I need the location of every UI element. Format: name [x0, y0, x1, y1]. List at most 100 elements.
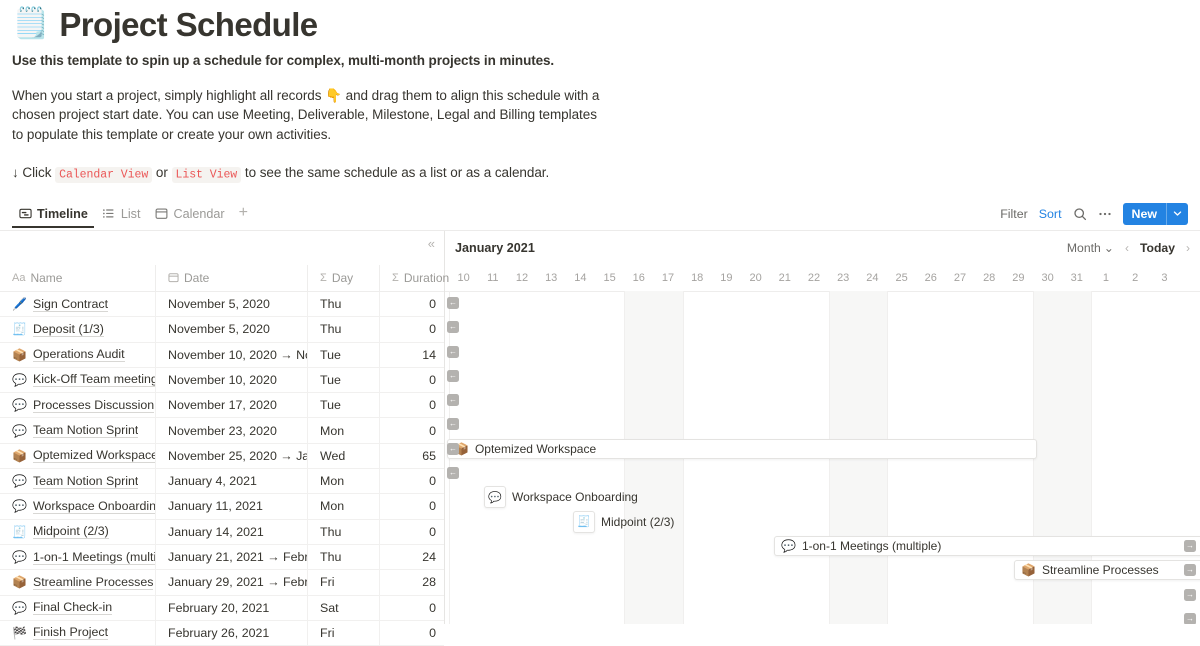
timeline-milestone[interactable]: 💬 Workspace Onboarding — [484, 486, 638, 509]
view-toolbar: Filter Sort New — [1000, 202, 1188, 230]
page-header: 🗒️ Project Schedule Use this template to… — [0, 0, 1200, 185]
cell-date[interactable]: February 26, 2021 — [155, 620, 307, 646]
cell-date[interactable]: November 17, 2020 — [155, 393, 307, 418]
cell-date[interactable]: November 25, 2020 → Janua — [155, 443, 307, 469]
table-row[interactable]: 💬 Workspace Onboarding January 11, 2021 Mon… — [0, 494, 444, 520]
table-row[interactable]: 💬 Team Notion Sprint January 4, 2021 Mon 0 — [0, 469, 444, 495]
table-row[interactable]: 🧾 Midpoint (2/3) January 14, 2021 Thu 0 — [0, 519, 444, 545]
cell-day: Sat — [307, 595, 379, 620]
table-row[interactable]: 💬 Kick-Off Team meeting November 10, 2020 T… — [0, 367, 444, 394]
cell-date[interactable]: November 10, 2020 — [155, 367, 307, 393]
bar-label: Streamline Processes — [1041, 563, 1159, 578]
row-emoji-icon: 📦 — [12, 575, 27, 590]
table-row[interactable]: 💬 Processes Discussion November 17, 2020 Tu… — [0, 393, 444, 419]
table-row[interactable]: 💬 Team Notion Sprint November 23, 2020 Mon 0 — [0, 418, 445, 444]
cell-date[interactable]: November 10, 2020 → Nover — [155, 342, 307, 367]
scroll-to-item-left-icon[interactable]: ← — [447, 467, 459, 480]
table-row[interactable]: 📦 Operations Audit November 10, 2020 → Nov… — [0, 342, 444, 368]
collapse-sidebar-icon[interactable]: « — [428, 237, 435, 250]
cell-name[interactable]: 💬 Team Notion Sprint — [0, 469, 155, 493]
column-header-date[interactable]: Date — [155, 264, 307, 291]
cell-name[interactable]: 💬 Kick-Off Team meeting — [0, 368, 155, 392]
row-emoji-icon: 📦 — [12, 347, 27, 362]
cell-name[interactable]: 💬 Processes Discussion — [0, 393, 155, 417]
tab-calendar[interactable]: Calendar — [148, 204, 230, 228]
table-row[interactable]: 📦 Optemized Workspace November 25, 2020 → … — [0, 443, 444, 470]
row-title: Midpoint (2/3) — [32, 524, 109, 540]
table-row[interactable]: 🖊️ Sign Contract November 5, 2020 Thu 0 — [0, 291, 444, 318]
column-header-day-label: Day — [331, 270, 354, 285]
cell-date[interactable]: January 4, 2021 — [155, 469, 307, 494]
cell-name[interactable]: 📦 Streamline Processes — [0, 570, 155, 594]
table-row[interactable]: 📦 Streamline Processes January 29, 2021 → … — [0, 570, 444, 596]
sort-button[interactable]: Sort — [1039, 207, 1062, 221]
tab-list[interactable]: List — [96, 204, 147, 228]
filter-button[interactable]: Filter — [1000, 207, 1028, 221]
milestone-label: Midpoint (2/3) — [601, 514, 675, 529]
cell-name[interactable]: 💬 Final Check-in — [0, 596, 155, 620]
cell-date[interactable]: February 20, 2021 — [155, 595, 307, 620]
new-button[interactable]: New — [1122, 202, 1188, 225]
grid-rows: 🖊️ Sign Contract November 5, 2020 Thu 0 🧾 Depo… — [0, 291, 445, 646]
cell-date[interactable]: January 14, 2021 — [155, 519, 307, 544]
add-view-button[interactable]: + — [233, 204, 254, 227]
scroll-to-item-left-icon[interactable]: ← — [447, 442, 459, 455]
scroll-to-item-left-icon[interactable]: ← — [447, 369, 459, 382]
cell-date[interactable]: November 23, 2020 — [155, 418, 307, 443]
today-button[interactable]: Today — [1140, 241, 1175, 255]
cell-name[interactable]: 💬 1-on-1 Meetings (multip — [0, 545, 155, 569]
search-icon[interactable] — [1073, 207, 1087, 221]
cell-duration: 0 — [379, 418, 445, 443]
cell-name[interactable]: 💬 Workspace Onboarding — [0, 494, 155, 518]
milestone-emoji-icon: 🧾 — [573, 510, 595, 533]
timeline-bar[interactable]: 💬 1-on-1 Meetings (multiple) — [774, 535, 1200, 556]
tab-timeline[interactable]: Timeline — [12, 204, 94, 228]
table-row[interactable]: 🏁 Finish Project February 26, 2021 Fri 0 — [0, 620, 444, 646]
table-row[interactable]: 🧾 Deposit (1/3) November 5, 2020 Thu 0 — [0, 317, 444, 343]
calendar-view-link[interactable]: Calendar View — [55, 166, 153, 183]
cell-duration: 24 — [379, 544, 445, 570]
scroll-to-item-left-icon[interactable]: ← — [447, 418, 459, 431]
cell-name[interactable]: 📦 Optemized Workspace — [0, 444, 155, 468]
tab-calendar-label: Calendar — [173, 206, 225, 221]
page-icon-notepad-icon[interactable]: 🗒️ — [12, 9, 49, 39]
next-period-icon[interactable]: › — [1186, 241, 1190, 255]
cell-name[interactable]: 🧾 Deposit (1/3) — [0, 317, 155, 341]
scroll-to-item-right-icon[interactable]: → — [1184, 564, 1196, 577]
cell-day: Tue — [307, 342, 379, 367]
scroll-to-item-left-icon[interactable]: ← — [447, 394, 459, 407]
scroll-to-item-left-icon[interactable]: ← — [447, 321, 459, 334]
column-header-day[interactable]: Σ Day — [307, 264, 379, 291]
timeline-bar[interactable]: 📦 Streamline Processes — [1014, 560, 1200, 581]
scroll-to-item-right-icon[interactable]: → — [1184, 588, 1196, 601]
page-subtitle: Use this template to spin up a schedule … — [12, 52, 555, 68]
timeline-bar[interactable]: 📦 Optemized Workspace — [447, 438, 1037, 459]
scroll-to-item-left-icon[interactable]: ← — [447, 296, 459, 309]
column-header-duration[interactable]: Σ Duration — [379, 264, 449, 291]
table-row[interactable]: 💬 Final Check-in February 20, 2021 Sat 0 — [0, 595, 444, 621]
scroll-to-item-right-icon[interactable]: → — [1184, 612, 1196, 624]
prev-period-icon[interactable]: ‹ — [1125, 241, 1129, 255]
cell-name[interactable]: 🖊️ Sign Contract — [0, 292, 155, 316]
cell-date[interactable]: January 29, 2021 → February — [155, 570, 307, 595]
cell-name[interactable]: 💬 Team Notion Sprint — [0, 418, 155, 442]
list-view-link[interactable]: List View — [171, 166, 242, 183]
zoom-level-select[interactable]: Month ⌄ — [1067, 241, 1114, 255]
cell-date[interactable]: November 5, 2020 — [155, 317, 307, 342]
timeline-milestone[interactable]: 🧾 Midpoint (2/3) — [573, 510, 675, 533]
scroll-to-item-right-icon[interactable]: → — [1184, 539, 1196, 552]
cell-name[interactable]: 🧾 Midpoint (2/3) — [0, 520, 155, 544]
cell-name[interactable]: 🏁 Finish Project — [0, 621, 155, 645]
ellipsis-icon[interactable] — [1098, 207, 1112, 221]
tab-list-label: List — [120, 206, 141, 221]
cell-name[interactable]: 📦 Operations Audit — [0, 343, 155, 367]
table-row[interactable]: 💬 1-on-1 Meetings (multip January 21, 2021… — [0, 544, 445, 571]
column-header-name[interactable]: Aa Name — [0, 265, 155, 291]
cell-date[interactable]: January 21, 2021 → February — [155, 544, 307, 570]
cell-date[interactable]: November 5, 2020 — [155, 291, 307, 317]
cell-date[interactable]: January 11, 2021 — [155, 494, 307, 519]
scroll-to-item-left-icon[interactable]: ← — [447, 345, 459, 358]
cell-day: Thu — [307, 519, 379, 544]
chevron-down-icon[interactable] — [1167, 203, 1188, 225]
bar-label: 1-on-1 Meetings (multiple) — [801, 538, 942, 553]
